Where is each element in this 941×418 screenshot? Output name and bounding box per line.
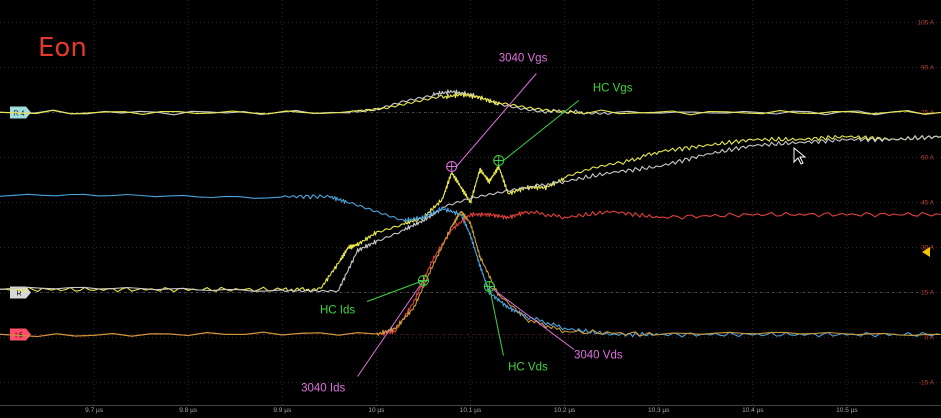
annotation-label: 3040 Vgs [499, 53, 548, 65]
y-tick-label: 15 A [921, 290, 935, 297]
x-tick-label: 10.4 µs [742, 407, 764, 414]
channel-marker-label: R [16, 291, 21, 298]
y-tick-label: -15 A [919, 380, 935, 387]
channel-marker-label: R 4 [14, 111, 25, 118]
x-tick-label: 10.2 µs [554, 407, 576, 414]
x-tick-label: 9.7 µs [85, 407, 104, 414]
annotation-label: HC Vds [508, 362, 548, 374]
x-tick-label: 10 µs [368, 407, 385, 414]
x-tick-label: 10.5 µs [836, 407, 858, 414]
annotation-label: HC Vgs [593, 83, 633, 95]
y-tick-label: 45 A [921, 200, 935, 207]
oscilloscope-plot: 9.7 µs 9.8 µs 9.9 µs 10 µs 10.1 µs 10.2 µs 10.… [0, 0, 941, 418]
y-tick-label: 60 A [921, 155, 935, 162]
annotation-label: 3040 Vds [574, 350, 623, 362]
chart-title: Eon [38, 33, 87, 63]
y-tick-label: 105 A [917, 20, 934, 27]
x-tick-label: 9.9 µs [273, 407, 292, 414]
annotation-label: HC Ids [320, 305, 355, 317]
x-tick-label: 9.8 µs [179, 407, 198, 414]
x-tick-label: 10.1 µs [460, 407, 482, 414]
annotation-label: 3040 Ids [301, 383, 345, 395]
x-tick-label: 10.3 µs [648, 407, 670, 414]
y-tick-label: 90 A [921, 65, 935, 72]
